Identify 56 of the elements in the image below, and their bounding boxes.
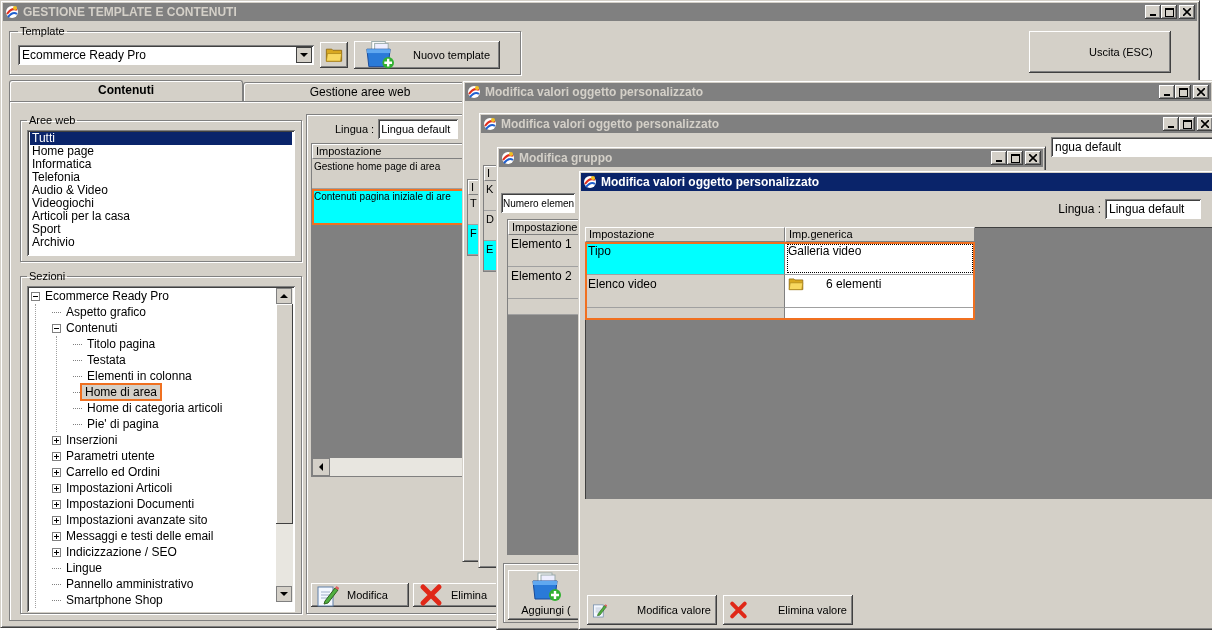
field-label: Lingua :	[1058, 202, 1101, 216]
window-title: GESTIONE TEMPLATE E CONTENUTI	[23, 5, 237, 19]
exit-button[interactable]: Uscita (ESC)	[1029, 31, 1171, 73]
tree-item[interactable]: Testata	[85, 353, 128, 367]
tree-item[interactable]: Aspetto grafico	[64, 305, 149, 319]
list-item[interactable]: Audio & Video	[30, 184, 292, 197]
tree-item[interactable]: Elementi in colonna	[85, 369, 194, 383]
table-cell[interactable]: Tipo	[585, 242, 785, 275]
table-cell[interactable]: 6 elementi	[785, 275, 975, 308]
tab[interactable]: Contenuti	[9, 80, 243, 101]
window-title: Modifica valori oggetto personalizzato	[601, 175, 820, 189]
tree-item[interactable]: Inserzioni	[64, 433, 120, 447]
table-cell[interactable]: Galleria video	[785, 242, 975, 275]
list-item[interactable]: Videogiochi	[30, 197, 292, 210]
tree-item[interactable]: Pie' di pagina	[85, 417, 161, 431]
tree-item[interactable]: Ecommerce Ready Pro	[43, 289, 172, 303]
list-item[interactable]: Articoli per la casa	[30, 210, 292, 223]
group-label: Sezioni	[28, 270, 67, 282]
count-field[interactable]: Numero elemen	[501, 193, 575, 213]
group-label: Template	[19, 25, 66, 37]
column-header[interactable]: Imp.generica	[785, 227, 975, 242]
list-item[interactable]: Archivio	[30, 236, 292, 249]
language-field[interactable]: ngua default	[1051, 137, 1212, 157]
tree-item[interactable]: Carrello ed Ordini	[64, 465, 163, 479]
tree-item[interactable]: Contenuti	[64, 321, 120, 335]
tree-item[interactable]: Lingue	[64, 561, 105, 575]
new-template-button[interactable]: Nuovo template	[354, 40, 500, 69]
window-title: Modifica valori oggetto personalizzato	[485, 85, 704, 99]
tree-item[interactable]: Smartphone Shop	[64, 593, 165, 607]
edit-button[interactable]: Modifica	[311, 583, 409, 607]
tree-item[interactable]: Titolo pagina	[85, 337, 158, 351]
tree-item[interactable]: Indicizzazione / SEO	[64, 545, 179, 559]
tree-item[interactable]: Impostazioni avanzate sito	[64, 513, 210, 527]
delete-button[interactable]: Elimina valore	[723, 595, 853, 625]
column-header[interactable]: Impostazione	[585, 227, 785, 242]
list-item[interactable]: Sport	[30, 223, 292, 236]
tree-item[interactable]: Parametri utente	[64, 449, 157, 463]
language-field[interactable]: Lingua default	[1105, 199, 1201, 219]
window-title: Modifica valori oggetto personalizzato	[501, 117, 720, 131]
list-item[interactable]: Tutti	[30, 132, 292, 145]
table-cell[interactable]: Elenco video	[585, 275, 785, 308]
language-field[interactable]: Lingua default	[378, 119, 459, 139]
template-dropdown[interactable]: Ecommerce Ready Pro	[18, 44, 314, 65]
tree-item[interactable]: Pannello amministrativo	[64, 577, 196, 591]
list-item[interactable]: Telefonia	[30, 171, 292, 184]
tree-item[interactable]: Home di categoria articoli	[85, 401, 225, 415]
list-item[interactable]: Informatica	[30, 158, 292, 171]
tree-item[interactable]: Messaggi e testi delle email	[64, 529, 216, 543]
edit-button[interactable]: Modifica valore	[587, 595, 717, 625]
tree-item[interactable]: Home di area	[80, 383, 163, 401]
list-item[interactable]: Home page	[30, 145, 292, 158]
field-label: Lingua :	[335, 123, 375, 135]
tree-item[interactable]: Impostazioni Documenti	[64, 497, 197, 511]
tree-item[interactable]: Impostazioni Articoli	[64, 481, 175, 495]
group-label: Aree web	[28, 114, 77, 126]
window-title: Modifica gruppo	[519, 151, 613, 165]
